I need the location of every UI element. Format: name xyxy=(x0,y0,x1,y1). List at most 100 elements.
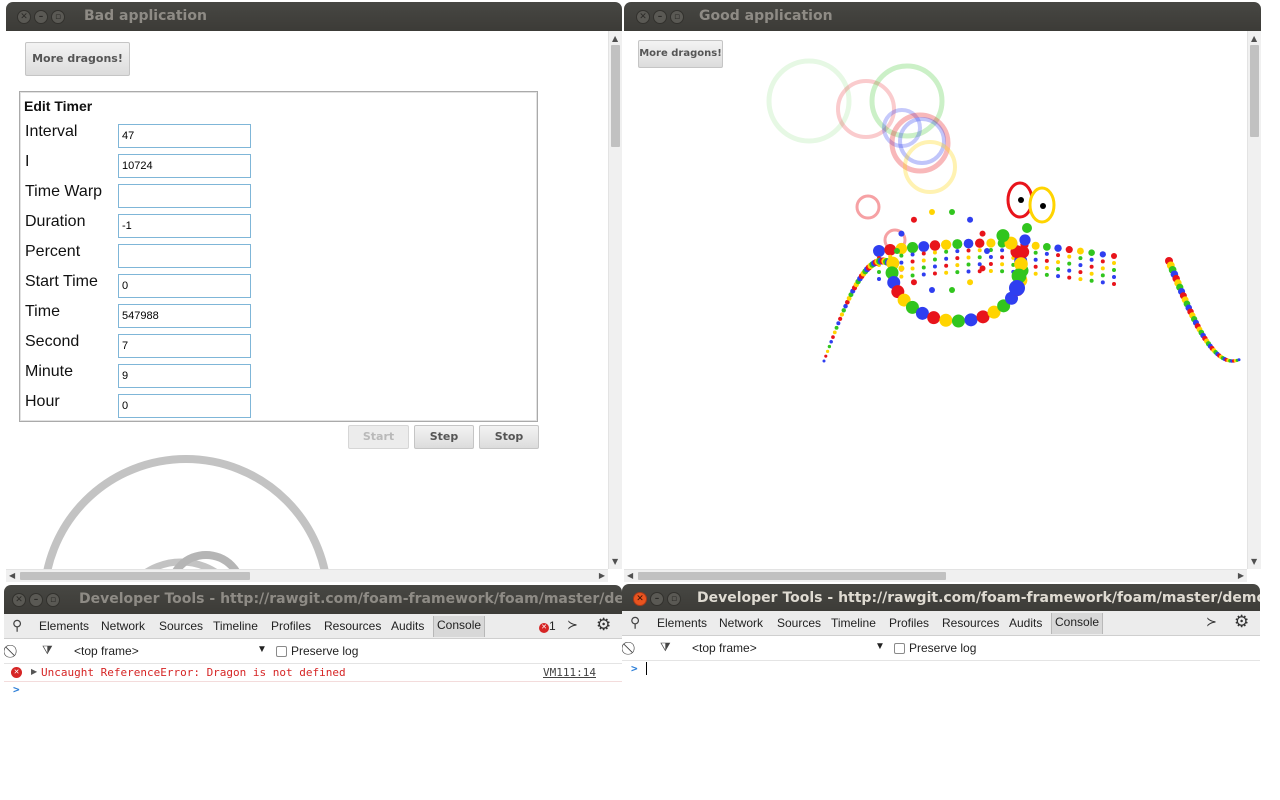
dragon-dot xyxy=(824,354,828,358)
field-input[interactable]: 0 xyxy=(118,394,251,418)
vertical-scrollbar[interactable]: ▲ ▼ xyxy=(1247,31,1261,569)
dragon-dot xyxy=(944,256,949,261)
field-input[interactable] xyxy=(118,244,251,268)
bad-app-content: More dragons! Edit Timer Interval 47 I 1072… xyxy=(6,31,622,582)
vertical-scrollbar[interactable]: ▲ ▼ xyxy=(608,31,622,569)
error-count-badge[interactable]: ✕ 1 xyxy=(539,619,556,633)
devtools-right-titlebar[interactable]: ✕ – ▫ Developer Tools - http://rawgit.co… xyxy=(622,584,1260,613)
maximize-icon[interactable]: ▫ xyxy=(667,592,681,606)
tab-network[interactable]: Network xyxy=(719,616,763,630)
close-icon[interactable]: ✕ xyxy=(636,10,650,24)
dragon-dot xyxy=(1111,253,1117,259)
field-input[interactable]: -1 xyxy=(118,214,251,238)
expand-triangle-icon[interactable]: ▶ xyxy=(31,667,37,676)
scroll-thumb-horizontal[interactable] xyxy=(638,572,946,580)
tab-network[interactable]: Network xyxy=(101,619,145,633)
preserve-log-checkbox[interactable] xyxy=(894,643,905,654)
console-prompt[interactable]: > xyxy=(631,662,638,675)
dragon-dot xyxy=(921,265,926,270)
close-icon[interactable]: ✕ xyxy=(17,10,31,24)
tab-profiles[interactable]: Profiles xyxy=(889,616,929,630)
maximize-icon[interactable]: ▫ xyxy=(51,10,65,24)
tab-sources[interactable]: Sources xyxy=(159,619,203,633)
console-prompt[interactable]: > xyxy=(13,683,20,696)
field-input[interactable]: 7 xyxy=(118,334,251,358)
scroll-thumb[interactable] xyxy=(1250,45,1259,137)
dragon-pupil xyxy=(1018,197,1024,203)
stop-button[interactable]: Stop xyxy=(479,425,539,449)
preserve-log-checkbox[interactable] xyxy=(276,646,287,657)
field-label: Start Time xyxy=(25,273,98,290)
field-input[interactable]: 47 xyxy=(118,124,251,148)
maximize-icon[interactable]: ▫ xyxy=(46,593,60,607)
devtools-left-titlebar[interactable]: ✕ – ▫ Developer Tools - http://rawgit.co… xyxy=(4,585,622,614)
frame-select[interactable]: <top frame> xyxy=(692,641,757,655)
field-input[interactable]: 10724 xyxy=(118,154,251,178)
scroll-left-arrow[interactable]: ◀ xyxy=(9,571,15,581)
more-dragons-button[interactable]: More dragons! xyxy=(25,42,130,76)
dragon-dot xyxy=(1067,275,1072,280)
tab-elements[interactable]: Elements xyxy=(39,619,89,633)
scroll-down-arrow[interactable]: ▼ xyxy=(1251,557,1257,567)
minimize-icon[interactable]: – xyxy=(34,10,48,24)
field-input[interactable]: 9 xyxy=(118,364,251,388)
tab-sources[interactable]: Sources xyxy=(777,616,821,630)
text-cursor[interactable] xyxy=(646,662,647,675)
minimize-icon[interactable]: – xyxy=(650,592,664,606)
field-input[interactable]: 547988 xyxy=(118,304,251,328)
drawer-toggle-icon[interactable]: ≻ xyxy=(1206,614,1217,630)
scroll-thumb[interactable] xyxy=(611,45,620,147)
maximize-icon[interactable]: ▫ xyxy=(670,10,684,24)
window-title: Bad application xyxy=(84,8,207,24)
good-app-titlebar[interactable]: ✕ – ▫ Good application xyxy=(624,2,1261,31)
scroll-left-arrow[interactable]: ◀ xyxy=(627,571,633,581)
search-icon[interactable]: ⚲ xyxy=(12,617,22,634)
step-button[interactable]: Step xyxy=(414,425,474,449)
error-source-link[interactable]: VM111:14 xyxy=(543,666,596,679)
horizontal-scrollbar[interactable]: ◀ ▶ xyxy=(6,569,608,582)
start-button[interactable]: Start xyxy=(348,425,409,449)
filter-icon[interactable]: ⧩ xyxy=(660,640,671,655)
minimize-icon[interactable]: – xyxy=(653,10,667,24)
field-input[interactable] xyxy=(118,184,251,208)
gear-icon[interactable]: ⚙ xyxy=(596,615,611,635)
search-icon[interactable]: ⚲ xyxy=(630,614,640,631)
tab-profiles[interactable]: Profiles xyxy=(271,619,311,633)
console-filter-bar: ⃠ ⧩ <top frame> ▼ Preserve log xyxy=(622,637,1260,661)
bad-app-titlebar[interactable]: ✕ – ▫ Bad application xyxy=(6,2,622,31)
field-input[interactable]: 0 xyxy=(118,274,251,298)
dragon-dot xyxy=(832,330,837,335)
console-output: > xyxy=(622,661,1260,798)
dragon-dot xyxy=(963,238,974,249)
tab-console[interactable]: Console xyxy=(433,616,486,637)
tab-resources[interactable]: Resources xyxy=(942,616,999,630)
drawer-toggle-icon[interactable]: ≻ xyxy=(567,617,578,633)
tab-console[interactable]: Console xyxy=(1051,613,1104,634)
devtools-left-window: ✕ – ▫ Developer Tools - http://rawgit.co… xyxy=(4,585,622,797)
scroll-right-arrow[interactable]: ▶ xyxy=(599,571,605,581)
tab-elements[interactable]: Elements xyxy=(657,616,707,630)
tab-audits[interactable]: Audits xyxy=(391,619,424,633)
dragon-dot xyxy=(1237,358,1241,362)
close-icon[interactable]: ✕ xyxy=(633,592,647,606)
minimize-icon[interactable]: – xyxy=(29,593,43,607)
dragon-dot xyxy=(1089,278,1094,283)
scroll-up-arrow[interactable]: ▲ xyxy=(1251,34,1257,44)
chevron-down-icon[interactable]: ▼ xyxy=(257,644,267,655)
scroll-right-arrow[interactable]: ▶ xyxy=(1238,571,1244,581)
dragon-dot xyxy=(944,249,949,254)
filter-icon[interactable]: ⧩ xyxy=(42,643,53,658)
close-icon[interactable]: ✕ xyxy=(12,593,26,607)
scroll-down-arrow[interactable]: ▼ xyxy=(612,557,618,567)
tab-timeline[interactable]: Timeline xyxy=(213,619,258,633)
frame-select[interactable]: <top frame> xyxy=(74,644,139,658)
chevron-down-icon[interactable]: ▼ xyxy=(875,641,885,652)
dragon-dot xyxy=(1089,264,1094,269)
tab-timeline[interactable]: Timeline xyxy=(831,616,876,630)
horizontal-scrollbar[interactable]: ◀ ▶ xyxy=(624,569,1247,582)
gear-icon[interactable]: ⚙ xyxy=(1234,612,1249,632)
scroll-up-arrow[interactable]: ▲ xyxy=(612,34,618,44)
tab-audits[interactable]: Audits xyxy=(1009,616,1042,630)
scroll-thumb-horizontal[interactable] xyxy=(20,572,250,580)
tab-resources[interactable]: Resources xyxy=(324,619,381,633)
